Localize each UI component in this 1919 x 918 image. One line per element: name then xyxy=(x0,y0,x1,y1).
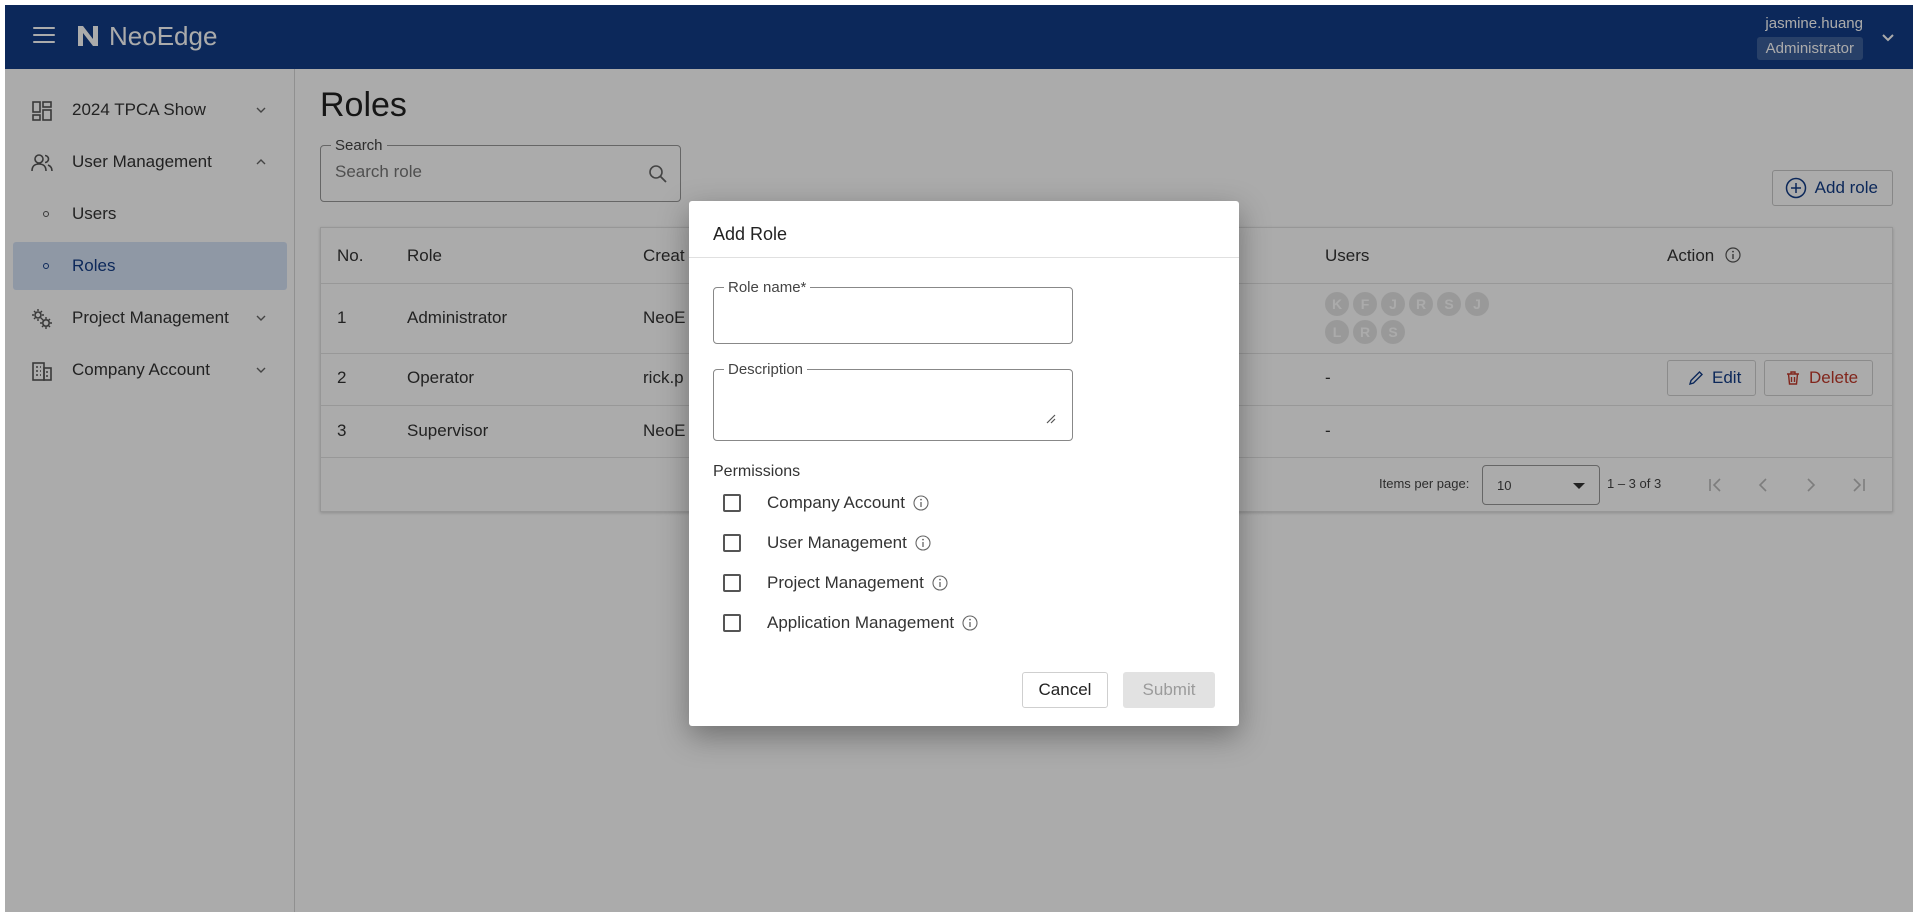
cancel-button[interactable]: Cancel xyxy=(1022,672,1108,708)
checkbox[interactable] xyxy=(723,534,741,552)
submit-button[interactable]: Submit xyxy=(1123,672,1215,708)
resize-handle-icon[interactable] xyxy=(1046,414,1056,424)
permission-label: Project Management xyxy=(767,573,924,592)
permissions-title: Permissions xyxy=(713,463,801,480)
divider xyxy=(689,257,1239,258)
checkbox[interactable] xyxy=(723,494,741,512)
info-icon[interactable] xyxy=(962,615,978,631)
description-field[interactable]: Description xyxy=(713,361,1073,441)
checkbox[interactable] xyxy=(723,574,741,592)
permission-application-management[interactable]: Application Management xyxy=(723,611,978,635)
role-name-input[interactable] xyxy=(728,304,1048,322)
checkbox[interactable] xyxy=(723,614,741,632)
dialog-title: Add Role xyxy=(713,224,788,244)
role-name-legend: Role name* xyxy=(724,279,811,296)
permission-project-management[interactable]: Project Management xyxy=(723,571,948,595)
permission-user-management[interactable]: User Management xyxy=(723,531,931,555)
description-legend: Description xyxy=(724,361,808,378)
app-frame: NeoEdge jasmine.huang Administrator 2024… xyxy=(5,5,1913,912)
permission-label: Application Management xyxy=(767,613,955,632)
permission-company-account[interactable]: Company Account xyxy=(723,491,929,515)
role-name-field[interactable]: Role name* xyxy=(713,279,1073,344)
permission-label: Company Account xyxy=(767,493,905,512)
info-icon[interactable] xyxy=(913,495,929,511)
add-role-dialog: Add Role Role name* Description Permissi… xyxy=(689,201,1239,726)
info-icon[interactable] xyxy=(932,575,948,591)
description-textarea[interactable] xyxy=(728,386,1048,422)
info-icon[interactable] xyxy=(915,535,931,551)
permission-label: User Management xyxy=(767,533,907,552)
